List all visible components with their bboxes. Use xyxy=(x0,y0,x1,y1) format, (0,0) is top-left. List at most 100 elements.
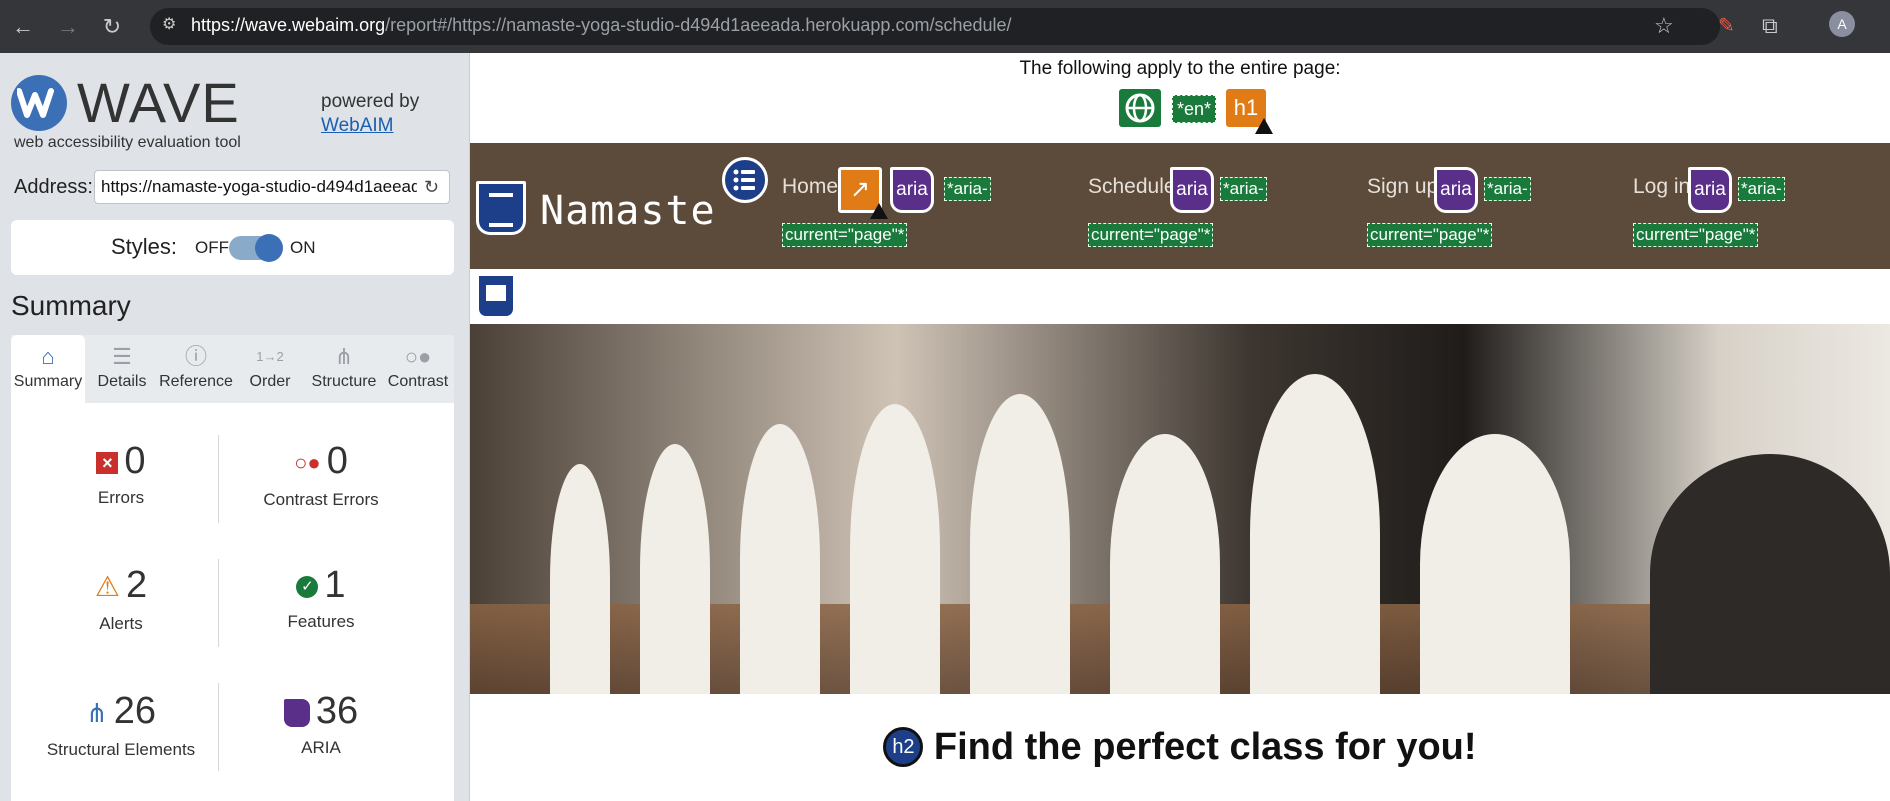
aria-count: 36 xyxy=(315,690,359,732)
hero-figure xyxy=(1110,434,1220,694)
structure-count: 26 xyxy=(113,690,157,732)
page-heading-row: h2 Find the perfect class for you! xyxy=(470,724,1890,770)
stat-errors[interactable]: × 0 Errors xyxy=(21,439,221,509)
aria-current-label[interactable]: *aria- xyxy=(1738,177,1785,201)
language-badge[interactable]: *en* xyxy=(1172,95,1217,123)
features-count: 1 xyxy=(324,564,346,606)
aria-icon[interactable]: aria xyxy=(1688,167,1732,213)
stat-alerts[interactable]: ⚠ 2 Alerts xyxy=(21,563,221,635)
tab-contrast[interactable]: ○● Contrast xyxy=(381,335,455,403)
contrast-error-icon: ○● xyxy=(294,449,321,475)
styles-label: Styles: xyxy=(111,234,178,259)
tab-label: Order xyxy=(249,373,291,390)
bookmark-star-icon[interactable]: ☆ xyxy=(1654,12,1674,40)
alerts-label: Alerts xyxy=(99,613,143,633)
warning-triangle-icon xyxy=(870,203,888,219)
hero-figure xyxy=(740,424,820,694)
site-settings-icon[interactable]: ⚙ xyxy=(162,14,182,36)
browser-toolbar: ← → ↻ ⚙ https://wave.webaim.org/report#/… xyxy=(0,0,1890,53)
stat-contrast-errors[interactable]: ○● 0 Contrast Errors xyxy=(221,439,421,511)
styles-off-label: OFF xyxy=(195,238,229,257)
aria-label: ARIA xyxy=(301,738,341,757)
nav-schedule[interactable]: Schedule xyxy=(1088,173,1176,201)
stat-features[interactable]: ✓ 1 Features xyxy=(221,563,421,633)
aria-icon[interactable]: aria xyxy=(1434,167,1478,213)
toggle-knob xyxy=(255,234,283,262)
errors-count: 0 xyxy=(124,440,146,482)
tab-order[interactable]: 1→2 Order xyxy=(233,335,307,403)
wave-logo-text: WAVE xyxy=(77,71,240,134)
aria-current-label[interactable]: current="page"* xyxy=(1367,223,1493,247)
tab-details[interactable]: ☰ Details xyxy=(85,335,159,403)
order-icon: 1→2 xyxy=(256,349,284,364)
alert-icon: ⚠ xyxy=(94,570,120,602)
site-navbar: Namaste Home ↗ aria *aria- current="page… xyxy=(470,143,1890,269)
extension-icon[interactable]: ✎ xyxy=(1718,12,1735,40)
nav-sign-up[interactable]: Sign up xyxy=(1367,173,1438,201)
address-label: Address: xyxy=(14,176,93,198)
hero-figure xyxy=(1420,434,1570,694)
summary-panel: × 0 Errors ○● 0 Contrast Errors ⚠ 2 Alerts … xyxy=(11,403,454,801)
home-icon: ⌂ xyxy=(41,344,55,369)
styles-toggle[interactable] xyxy=(229,234,283,262)
address-input[interactable] xyxy=(94,170,450,204)
structure-icon: ⋔ xyxy=(85,697,108,728)
back-icon[interactable]: ← xyxy=(8,12,38,42)
alerts-count: 2 xyxy=(125,564,148,606)
tab-structure[interactable]: ⋔ Structure xyxy=(307,335,381,403)
tab-label: Reference xyxy=(159,373,233,390)
tab-label: Summary xyxy=(13,373,83,390)
reload-icon[interactable]: ↻ xyxy=(97,12,127,42)
page-heading: Find the perfect class for you! xyxy=(933,726,1477,768)
aria-icon xyxy=(283,698,310,727)
tab-label: Structure xyxy=(311,373,377,390)
stat-structure[interactable]: ⋔ 26 Structural Elements xyxy=(21,689,221,761)
contrast-count: 0 xyxy=(326,440,348,482)
styles-toggle-box: Styles: OFF ON xyxy=(11,220,454,275)
aria-current-label[interactable]: current="page"* xyxy=(1088,223,1214,247)
refresh-icon[interactable]: ↻ xyxy=(424,175,439,199)
h2-icon[interactable]: h2 xyxy=(883,727,924,767)
wave-sidebar: WAVE web accessibility evaluation tool p… xyxy=(0,53,470,801)
error-icon: × xyxy=(96,451,119,474)
nav-log-in[interactable]: Log in xyxy=(1633,173,1690,201)
warning-triangle-icon xyxy=(1255,118,1273,134)
powered-by-text: powered by xyxy=(321,91,420,112)
navigation-list-icon[interactable] xyxy=(722,157,768,203)
tab-reference[interactable]: ⓘ Reference xyxy=(159,335,233,403)
nav-home[interactable]: Home xyxy=(782,173,838,201)
hierarchy-icon: ⋔ xyxy=(334,344,354,369)
site-brand[interactable]: Namaste xyxy=(540,181,716,241)
header-region-icon[interactable] xyxy=(476,181,526,235)
tab-summary[interactable]: ⌂ Summary xyxy=(11,335,85,403)
aria-current-label[interactable]: *aria- xyxy=(944,177,991,201)
aria-icon[interactable]: aria xyxy=(890,167,934,213)
hero-image xyxy=(470,324,1890,694)
aria-current-label[interactable]: *aria- xyxy=(1484,177,1531,201)
forward-icon[interactable]: → xyxy=(53,12,83,42)
extensions-puzzle-icon[interactable]: ⧉ xyxy=(1762,12,1778,40)
hero-figure xyxy=(970,394,1070,694)
main-region-icon[interactable] xyxy=(476,273,516,319)
hero-figure xyxy=(1250,374,1380,694)
webaim-link[interactable]: WebAIM xyxy=(321,114,394,138)
tab-label: Contrast xyxy=(387,373,449,390)
address-bar-url[interactable]: https://wave.webaim.org/report#/https://… xyxy=(191,14,1012,36)
styles-on-label: ON xyxy=(290,238,316,257)
feature-check-icon: ✓ xyxy=(296,575,319,598)
aria-current-label[interactable]: *aria- xyxy=(1220,177,1267,201)
features-label: Features xyxy=(287,612,355,631)
aria-current-label[interactable]: current="page"* xyxy=(1633,223,1759,247)
aria-current-label[interactable]: current="page"* xyxy=(782,223,908,247)
stat-aria[interactable]: 36 ARIA xyxy=(221,689,421,759)
page-level-notice: The following apply to the entire page: xyxy=(1019,58,1341,79)
profile-avatar[interactable]: A xyxy=(1829,11,1855,37)
hero-figure xyxy=(550,464,610,694)
tab-label: Details xyxy=(97,373,147,390)
summary-heading: Summary xyxy=(11,290,131,321)
aria-icon[interactable]: aria xyxy=(1170,167,1214,213)
language-globe-icon[interactable] xyxy=(1119,89,1161,127)
wave-logo-icon xyxy=(11,75,67,131)
info-icon: ⓘ xyxy=(184,344,207,369)
list-icon: ☰ xyxy=(112,344,132,369)
